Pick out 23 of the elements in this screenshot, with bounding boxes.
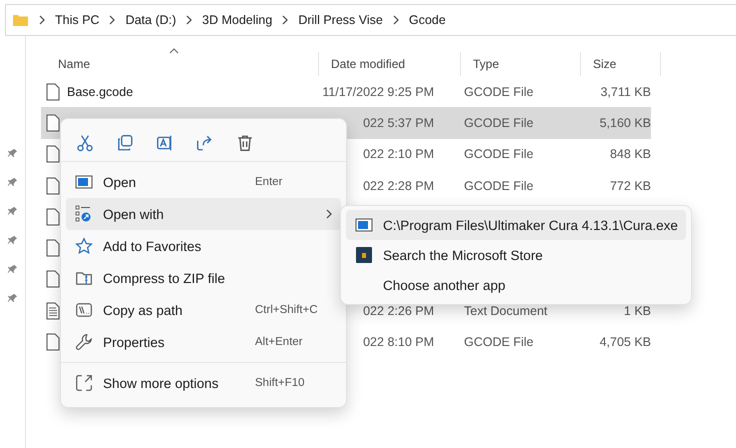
file-name: Base.gcode: [67, 84, 134, 99]
date-modified: 022 5:37 PM: [363, 116, 434, 130]
date-modified: 022 8:10 PM: [363, 335, 434, 350]
file-type: GCODE File: [464, 147, 534, 162]
file-size: 772 KB: [610, 178, 651, 193]
file-size: 3,711 KB: [600, 84, 651, 99]
date-modified: 022 2:10 PM: [363, 147, 434, 162]
date-modified: 022 2:28 PM: [363, 178, 434, 193]
shortcut-text: Shift+F10: [255, 377, 306, 389]
file-type: Text Document: [464, 304, 548, 318]
file-type: GCODE File: [464, 335, 534, 350]
file-size: 1 KB: [624, 304, 651, 318]
file-size: 848 KB: [610, 147, 651, 162]
shortcut-text: Ctrl+Shift+C: [255, 304, 319, 316]
shortcut-text: Enter: [255, 176, 284, 188]
file-type: GCODE File: [464, 178, 534, 193]
file-type: GCODE File: [464, 116, 534, 130]
file-type: GCODE File: [464, 84, 534, 99]
file-size: 4,705 KB: [600, 335, 651, 350]
shortcut-text: Alt+Enter: [255, 336, 304, 348]
date-modified: 11/17/2022 9:25 PM: [322, 84, 434, 99]
date-modified: 022 2:26 PM: [363, 304, 434, 318]
file-size: 5,160 KB: [600, 116, 651, 130]
